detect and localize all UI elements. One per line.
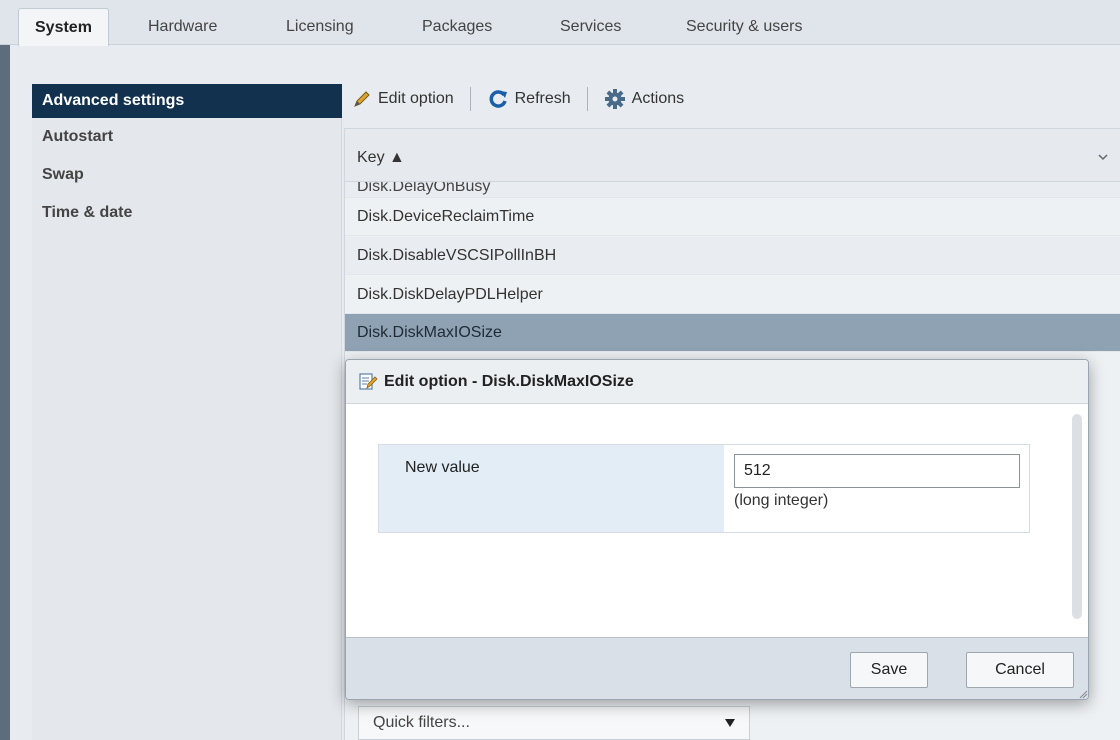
caret-down-icon xyxy=(725,719,735,727)
new-value-label: New value xyxy=(405,459,480,476)
edit-option-dialog: Edit option - Disk.DiskMaxIOSize New val… xyxy=(345,359,1089,700)
edit-document-icon xyxy=(359,373,378,390)
table-row[interactable]: Disk.DelayOnBusy xyxy=(345,182,1120,198)
sidebar-item-advanced-settings[interactable]: Advanced settings xyxy=(32,84,342,118)
toolbar-divider xyxy=(469,87,471,111)
left-edge-strip xyxy=(0,45,10,740)
table-row[interactable]: Disk.DiskDelayPDLHelper xyxy=(345,276,1120,314)
gear-icon xyxy=(604,89,625,109)
edit-option-button[interactable]: Edit option xyxy=(352,89,454,109)
dialog-scrollbar[interactable] xyxy=(1072,414,1082,619)
save-button[interactable]: Save xyxy=(850,652,928,688)
dialog-title-bar[interactable]: Edit option - Disk.DiskMaxIOSize xyxy=(346,360,1088,404)
tab-hardware[interactable]: Hardware xyxy=(148,8,217,46)
tab-services[interactable]: Services xyxy=(560,8,621,46)
field-table: New value (long integer) xyxy=(378,444,1030,533)
cancel-button[interactable]: Cancel xyxy=(966,652,1074,688)
top-tab-bar: System Hardware Licensing Packages Servi… xyxy=(0,0,1120,46)
toolbar-divider xyxy=(586,87,588,111)
dialog-body: New value (long integer) xyxy=(346,404,1088,637)
column-header-key[interactable]: Key ▲ xyxy=(357,149,405,167)
toolbar: Edit option Refresh Actions xyxy=(352,82,684,116)
dialog-title: Edit option - Disk.DiskMaxIOSize xyxy=(384,373,634,390)
edit-option-label: Edit option xyxy=(378,90,454,107)
refresh-label: Refresh xyxy=(514,90,571,107)
resize-grip-icon[interactable] xyxy=(1078,689,1088,699)
field-label-cell: New value xyxy=(379,445,724,532)
actions-label: Actions xyxy=(631,90,685,107)
sidebar-item-time-date[interactable]: Time & date xyxy=(32,196,342,230)
table-row-selected[interactable]: Disk.DiskMaxIOSize xyxy=(345,314,1120,352)
settings-sidebar: Advanced settings Autostart Swap Time & … xyxy=(32,84,342,740)
sidebar-item-autostart[interactable]: Autostart xyxy=(32,120,342,154)
refresh-button[interactable]: Refresh xyxy=(487,88,571,110)
table-row[interactable]: Disk.DisableVSCSIPollInBH xyxy=(345,237,1120,275)
refresh-icon xyxy=(489,90,507,108)
tab-packages[interactable]: Packages xyxy=(422,8,492,46)
quick-filters-dropdown[interactable]: Quick filters... xyxy=(358,706,750,740)
new-value-input[interactable] xyxy=(734,454,1020,488)
tab-licensing[interactable]: Licensing xyxy=(286,8,354,46)
value-type-hint: (long integer) xyxy=(734,492,829,509)
table-row[interactable]: Disk.DeviceReclaimTime xyxy=(345,198,1120,236)
pencil-icon xyxy=(354,91,370,107)
chevron-down-icon[interactable] xyxy=(1097,151,1109,163)
tab-system[interactable]: System xyxy=(18,8,109,46)
tab-security-users[interactable]: Security & users xyxy=(686,8,802,46)
quick-filters-label: Quick filters... xyxy=(373,714,470,731)
sidebar-item-swap[interactable]: Swap xyxy=(32,158,342,192)
grid-header[interactable]: Key ▲ xyxy=(345,128,1120,182)
dialog-footer: Save Cancel xyxy=(346,637,1088,699)
actions-button[interactable]: Actions xyxy=(604,88,684,110)
